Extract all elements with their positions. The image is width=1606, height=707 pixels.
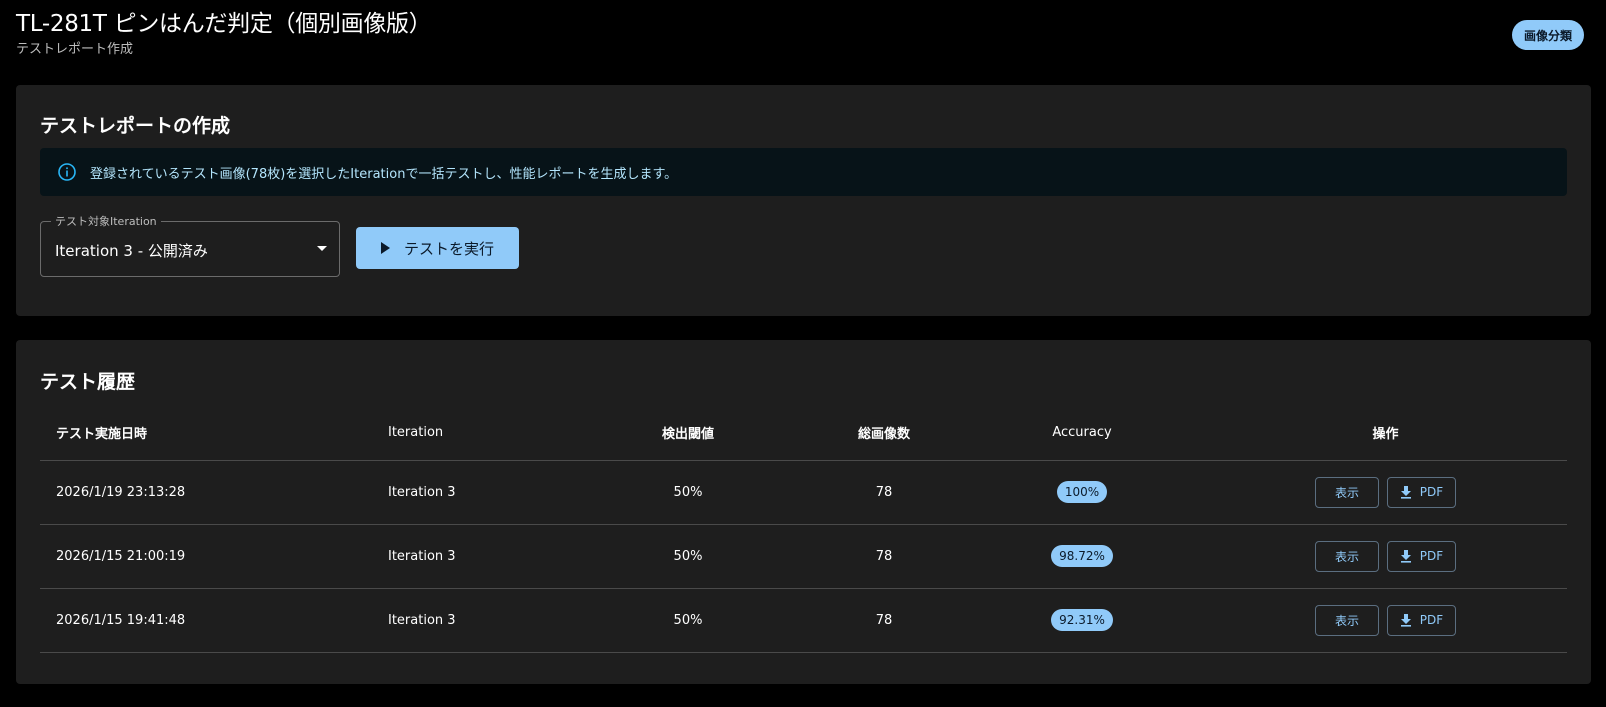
cell-iteration: Iteration 3 bbox=[388, 588, 568, 653]
create-card-title: テストレポートの作成 bbox=[40, 115, 231, 137]
accuracy-badge: 92.31% bbox=[1051, 609, 1113, 631]
cell-actions: 表示 PDF bbox=[1204, 524, 1567, 589]
cell-accuracy: 100% bbox=[960, 460, 1204, 525]
pdf-label: PDF bbox=[1419, 485, 1444, 499]
iteration-select-label: テスト対象Iteration bbox=[51, 213, 161, 229]
cell-date: 2026/1/19 23:13:28 bbox=[40, 460, 388, 525]
run-test-button[interactable]: テストを実行 bbox=[356, 227, 519, 269]
cell-date: 2026/1/15 19:41:48 bbox=[40, 588, 388, 653]
view-button[interactable]: 表示 bbox=[1315, 604, 1379, 636]
column-header-iteration: Iteration bbox=[388, 405, 568, 461]
cell-threshold: 50% bbox=[568, 524, 808, 589]
table-row: 2026/1/15 19:41:48 Iteration 3 50% 78 92… bbox=[40, 588, 1567, 653]
cell-accuracy: 92.31% bbox=[960, 588, 1204, 653]
pdf-label: PDF bbox=[1419, 613, 1444, 627]
cell-iteration: Iteration 3 bbox=[388, 460, 568, 525]
info-alert: 登録されているテスト画像(78枚)を選択したIterationで一括テストし、性… bbox=[40, 148, 1567, 196]
pdf-download-button[interactable]: PDF bbox=[1387, 540, 1456, 572]
run-test-label: テストを実行 bbox=[403, 240, 494, 258]
column-header-date: テスト実施日時 bbox=[40, 405, 388, 461]
iteration-select[interactable]: テスト対象Iteration Iteration 3 - 公開済み bbox=[40, 213, 340, 277]
history-card-title: テスト履歴 bbox=[40, 371, 136, 393]
image-classification-button[interactable]: 画像分類 bbox=[1512, 20, 1585, 50]
table-header-row: テスト実施日時 Iteration 検出閾値 総画像数 Accuracy 操作 bbox=[40, 405, 1567, 461]
cell-count: 78 bbox=[808, 460, 960, 525]
pdf-download-button[interactable]: PDF bbox=[1387, 476, 1456, 508]
page-title: TL-281T ピンはんだ判定（個別画像版） bbox=[16, 11, 432, 37]
view-button[interactable]: 表示 bbox=[1315, 476, 1379, 508]
alert-text: 登録されているテスト画像(78枚)を選択したIterationで一括テストし、性… bbox=[90, 166, 678, 182]
download-icon bbox=[1400, 549, 1412, 563]
column-header-count: 総画像数 bbox=[808, 405, 960, 461]
cell-actions: 表示 PDF bbox=[1204, 588, 1567, 653]
cell-count: 78 bbox=[808, 524, 960, 589]
iteration-select-value: Iteration 3 - 公開済み bbox=[55, 242, 208, 260]
cell-accuracy: 98.72% bbox=[960, 524, 1204, 589]
pdf-download-button[interactable]: PDF bbox=[1387, 604, 1456, 636]
download-icon bbox=[1400, 485, 1412, 499]
download-icon bbox=[1400, 613, 1412, 627]
cell-actions: 表示 PDF bbox=[1204, 460, 1567, 525]
column-header-accuracy: Accuracy bbox=[960, 405, 1204, 461]
play-icon bbox=[380, 242, 390, 254]
page-subtitle: テストレポート作成 bbox=[16, 42, 134, 57]
column-header-actions: 操作 bbox=[1204, 405, 1567, 461]
column-header-threshold: 検出閾値 bbox=[568, 405, 808, 461]
test-history-card: テスト履歴 テスト実施日時 Iteration 検出閾値 総画像数 Accura… bbox=[16, 340, 1591, 684]
cell-threshold: 50% bbox=[568, 460, 808, 525]
view-button[interactable]: 表示 bbox=[1315, 540, 1379, 572]
cell-threshold: 50% bbox=[568, 588, 808, 653]
cell-date: 2026/1/15 21:00:19 bbox=[40, 524, 388, 589]
history-table: テスト実施日時 Iteration 検出閾値 総画像数 Accuracy 操作 … bbox=[40, 405, 1567, 653]
accuracy-badge: 98.72% bbox=[1051, 545, 1113, 567]
info-icon bbox=[56, 161, 78, 183]
table-row: 2026/1/15 21:00:19 Iteration 3 50% 78 98… bbox=[40, 524, 1567, 589]
test-report-create-card: テストレポートの作成 登録されているテスト画像(78枚)を選択したIterati… bbox=[16, 85, 1591, 316]
accuracy-badge: 100% bbox=[1056, 481, 1108, 503]
cell-count: 78 bbox=[808, 588, 960, 653]
chevron-down-icon bbox=[317, 246, 327, 251]
cell-iteration: Iteration 3 bbox=[388, 524, 568, 589]
table-row: 2026/1/19 23:13:28 Iteration 3 50% 78 10… bbox=[40, 460, 1567, 525]
page-header: TL-281T ピンはんだ判定（個別画像版） テストレポート作成 bbox=[16, 10, 432, 58]
pdf-label: PDF bbox=[1419, 549, 1444, 563]
